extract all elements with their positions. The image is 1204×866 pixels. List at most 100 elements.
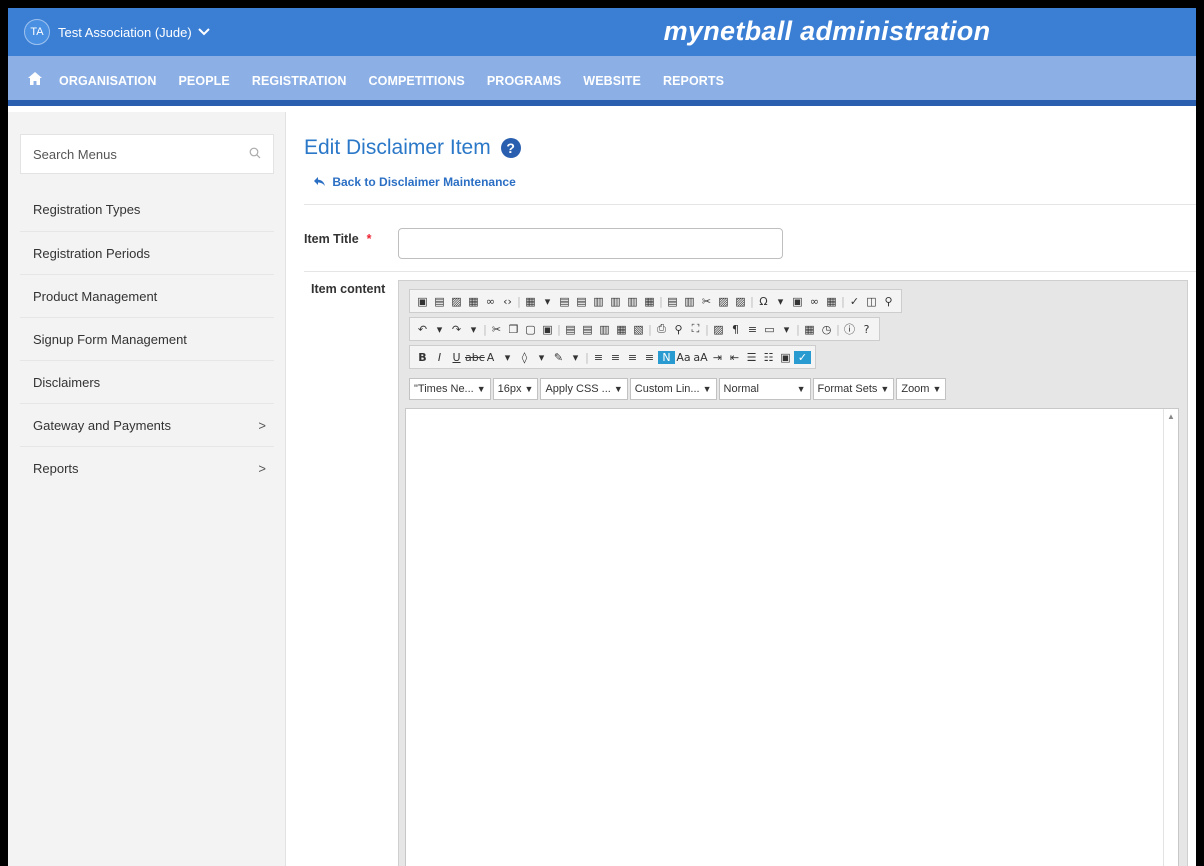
search-input[interactable]	[21, 135, 221, 173]
table-icon[interactable]: ▦	[522, 295, 539, 308]
back-link[interactable]: Back to Disclaimer Maintenance	[314, 175, 516, 189]
format-sets-dropdown[interactable]: Format Sets ▼	[812, 378, 895, 400]
back-color-dropdown-icon[interactable]: ▾	[533, 351, 550, 364]
back-color-icon[interactable]: ◊	[516, 351, 533, 364]
fore-color-icon[interactable]: A	[482, 351, 499, 364]
sidebar-item-signup-form-management[interactable]: Signup Form Management	[20, 317, 274, 360]
unlink-icon[interactable]: ‹›	[499, 295, 516, 308]
nav-reports[interactable]: REPORTS	[663, 74, 724, 88]
scroll-up-icon[interactable]: ▲	[1167, 412, 1175, 421]
sidebar-item-gateway-and-payments[interactable]: Gateway and Payments >	[20, 403, 274, 446]
home-icon[interactable]	[28, 72, 42, 89]
align-left-icon[interactable]: ≡	[590, 351, 607, 364]
insert-date-icon[interactable]: ▦	[801, 323, 818, 336]
paste-from-word-icon[interactable]: ▤	[562, 323, 579, 336]
insert-paragraph-icon[interactable]: ≡	[744, 323, 761, 336]
undo-icon[interactable]: ↶	[414, 323, 431, 336]
insert-row-below-icon[interactable]: ▤	[573, 295, 590, 308]
delete-row-icon[interactable]: ▥	[590, 295, 607, 308]
link-icon[interactable]: ∞	[482, 295, 499, 308]
paste-html-icon[interactable]: ▦	[613, 323, 630, 336]
media-manager-icon[interactable]: ▦	[465, 295, 482, 308]
form-icon[interactable]: ▦	[823, 295, 840, 308]
nav-people[interactable]: PEOPLE	[179, 74, 230, 88]
spellcheck-icon[interactable]: ✓	[846, 295, 863, 308]
item-title-input[interactable]	[398, 228, 783, 259]
flash-manager-icon[interactable]: ▨	[448, 295, 465, 308]
outdent-icon[interactable]: ⇤	[726, 351, 743, 364]
nav-competitions[interactable]: COMPETITIONS	[369, 74, 465, 88]
insert-column-icon[interactable]: ▥	[607, 295, 624, 308]
paste-icon[interactable]: ▢	[522, 323, 539, 336]
find-icon[interactable]: ⚲	[670, 323, 687, 336]
paragraph-style-dropdown[interactable]: Normal ▼	[718, 378, 811, 400]
insert-custom-dropdown-icon[interactable]: ▾	[778, 323, 795, 336]
editor-content-area[interactable]: ▲	[405, 408, 1179, 866]
numbered-list-icon[interactable]: ☰	[743, 351, 760, 364]
paste-plain-text-icon[interactable]: ▣	[539, 323, 556, 336]
insert-row-above-icon[interactable]: ▤	[556, 295, 573, 308]
preview-icon[interactable]: ◫	[863, 295, 880, 308]
paragraph-marks-icon[interactable]: ¶	[727, 323, 744, 336]
strikethrough-icon[interactable]: abc	[465, 351, 485, 364]
cell-properties-icon[interactable]: ▨	[715, 295, 732, 308]
xhtml-validator-icon[interactable]: ✓	[794, 350, 811, 364]
sidebar-item-disclaimers[interactable]: Disclaimers	[20, 360, 274, 403]
delete-column-icon[interactable]: ▦	[641, 295, 658, 308]
insert-column-right-icon[interactable]: ▥	[624, 295, 641, 308]
format-brush-dropdown-icon[interactable]: ▾	[567, 351, 584, 364]
undo-dropdown-icon[interactable]: ▾	[431, 323, 448, 336]
copy-icon[interactable]: ❐	[505, 323, 522, 336]
image-manager-icon[interactable]: ▣	[414, 295, 431, 308]
underline-icon[interactable]: U	[448, 351, 465, 364]
custom-links-dropdown[interactable]: Custom Lin... ▼	[629, 378, 717, 400]
font-size-dropdown[interactable]: 16px ▼	[492, 378, 539, 400]
fore-color-dropdown-icon[interactable]: ▾	[499, 351, 516, 364]
sidebar-item-registration-periods[interactable]: Registration Periods	[20, 231, 274, 274]
special-characters-dropdown-icon[interactable]: ▾	[772, 295, 789, 308]
toggle-full-screen-icon[interactable]: ⛶	[687, 322, 704, 336]
convert-to-lower-icon[interactable]: Aa	[675, 351, 692, 364]
special-characters-icon[interactable]: Ω	[755, 295, 772, 308]
split-cell-icon[interactable]: ▥	[681, 295, 698, 308]
sidebar-item-registration-types[interactable]: Registration Types	[20, 188, 274, 231]
redo-icon[interactable]: ↷	[448, 323, 465, 336]
paste-from-word-clean-icon[interactable]: ▤	[579, 323, 596, 336]
merge-cells-icon[interactable]: ▤	[664, 295, 681, 308]
about-icon[interactable]: ⓘ	[841, 321, 858, 337]
table-properties-icon[interactable]: ▨	[732, 295, 749, 308]
bulleted-list-icon[interactable]: ☷	[760, 351, 777, 364]
association-switcher[interactable]: TA Test Association (Jude)	[24, 19, 210, 45]
document-manager-icon[interactable]: ▤	[431, 295, 448, 308]
image-map-icon[interactable]: ▣	[789, 295, 806, 308]
bold-icon[interactable]: B	[414, 351, 431, 364]
editor-scrollbar[interactable]: ▲	[1163, 409, 1178, 866]
insert-time-icon[interactable]: ◷	[818, 323, 835, 336]
insert-image-icon[interactable]: ▣	[777, 351, 794, 364]
align-justify-icon[interactable]: ≡	[641, 351, 658, 364]
zoom-dropdown[interactable]: Zoom ▼	[896, 378, 947, 400]
align-right-icon[interactable]: ≡	[624, 351, 641, 364]
table-dropdown-icon[interactable]: ▾	[539, 295, 556, 308]
sidebar-item-reports[interactable]: Reports >	[20, 446, 274, 489]
indent-icon[interactable]: ⇥	[709, 351, 726, 364]
nav-organisation[interactable]: ORGANISATION	[59, 74, 157, 88]
hyperlink-manager-icon[interactable]: ∞	[806, 295, 823, 308]
align-center-icon[interactable]: ≡	[607, 351, 624, 364]
format-brush-icon[interactable]: ✎	[550, 351, 567, 364]
insert-custom-icon[interactable]: ▭	[761, 323, 778, 336]
nav-website[interactable]: WEBSITE	[583, 74, 641, 88]
cut-icon[interactable]: ✂	[488, 323, 505, 336]
format-stripper-icon[interactable]: ▧	[630, 323, 647, 336]
print-icon[interactable]: ⎙	[653, 322, 670, 336]
sidebar-item-product-management[interactable]: Product Management	[20, 274, 274, 317]
nav-registration[interactable]: REGISTRATION	[252, 74, 347, 88]
absolute-position-icon[interactable]: ▨	[710, 323, 727, 336]
italic-icon[interactable]: I	[431, 351, 448, 364]
help-icon[interactable]: ?	[500, 138, 521, 158]
redo-dropdown-icon[interactable]: ▾	[465, 323, 482, 336]
remove-alignment-icon[interactable]: N	[658, 350, 675, 364]
search-icon[interactable]	[249, 147, 261, 159]
help-editor-icon[interactable]: ?	[858, 323, 875, 336]
paste-as-html-icon[interactable]: ▥	[596, 323, 613, 336]
